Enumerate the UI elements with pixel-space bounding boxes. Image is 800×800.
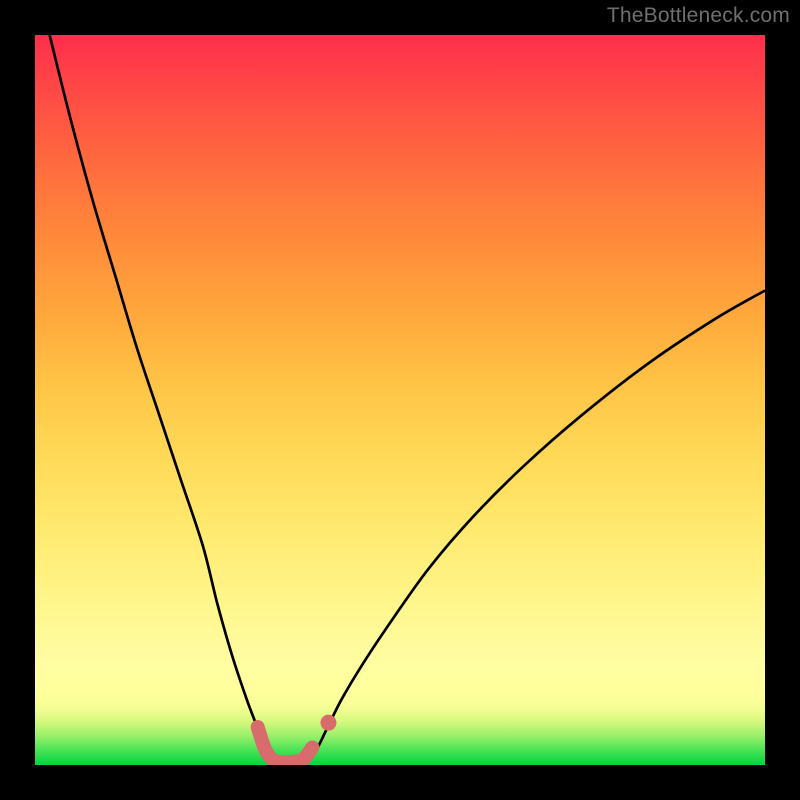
plot-area	[35, 35, 765, 765]
right-curve-line	[305, 291, 765, 766]
chart-frame: TheBottleneck.com	[0, 0, 800, 800]
accent-marker-dot	[320, 715, 336, 731]
accent-segment	[258, 727, 313, 762]
watermark-text: TheBottleneck.com	[607, 4, 790, 28]
left-curve-line	[50, 35, 273, 765]
curve-layer	[35, 35, 765, 765]
